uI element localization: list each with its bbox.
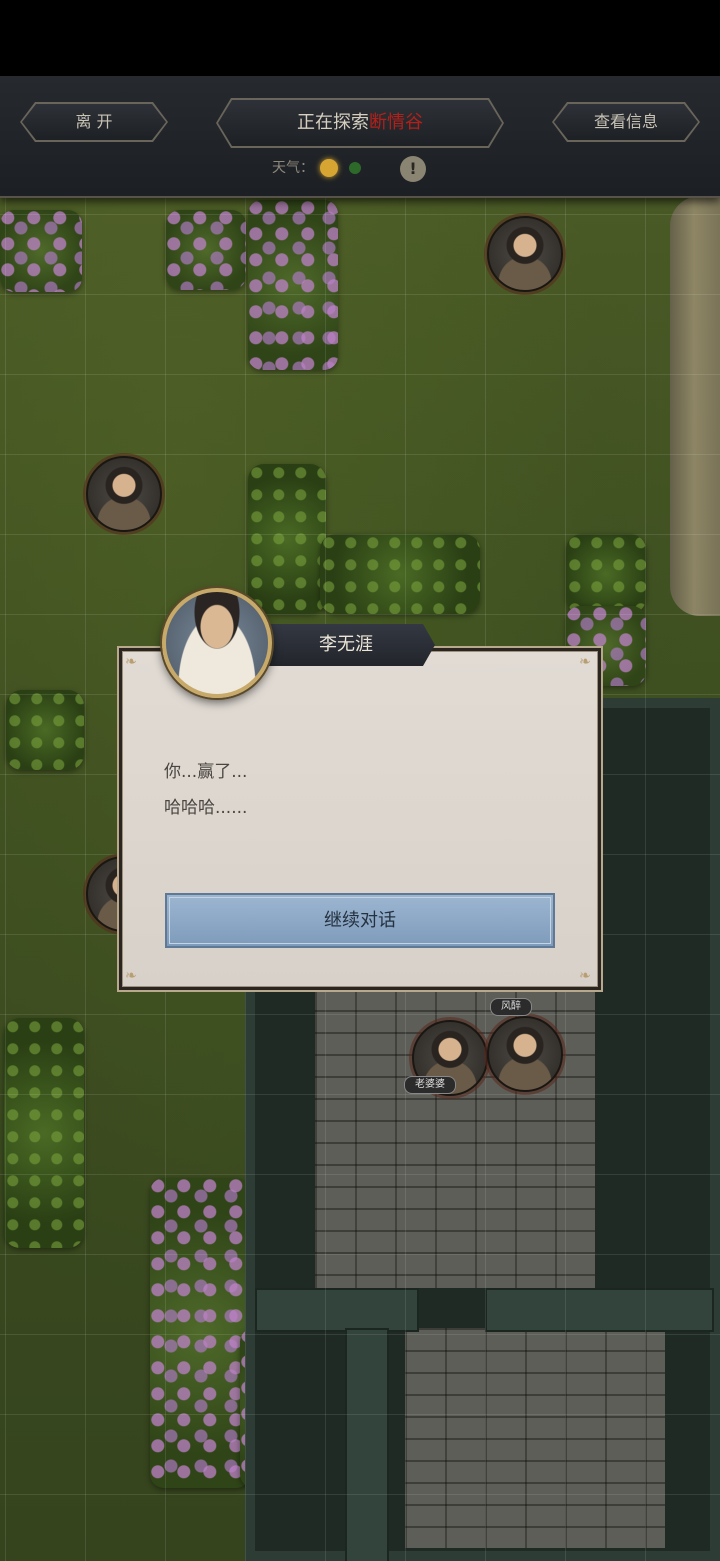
status-bar <box>0 0 720 76</box>
dialog-line: 哈哈哈...... <box>164 798 248 818</box>
npc-token-fengzui[interactable] <box>487 1016 563 1092</box>
corner-ornament-icon: ❧ <box>579 654 591 670</box>
explore-status: 正在探索断情谷 <box>216 99 504 147</box>
top-bar: 离 开 正在探索断情谷 查看信息 天气： ! <box>0 76 720 198</box>
npc-token-left[interactable] <box>86 456 162 532</box>
explore-location: 断情谷 <box>369 112 423 133</box>
alert-icon[interactable]: ! <box>400 156 426 182</box>
view-info-button[interactable]: 查看信息 <box>554 104 698 140</box>
corner-ornament-icon: ❧ <box>125 968 137 984</box>
sun-icon <box>320 159 338 177</box>
weather-dot-icon <box>349 162 361 174</box>
corner-ornament-icon: ❧ <box>125 654 137 670</box>
weather-label: 天气： <box>272 160 314 176</box>
speaker-name: 李无涯 <box>255 624 435 666</box>
leave-button[interactable]: 离 开 <box>22 104 166 140</box>
npc-label-laopopo: 老婆婆 <box>404 1076 456 1094</box>
continue-dialog-button[interactable]: 继续对话 <box>165 893 555 948</box>
npc-label-fengzui: 风醉 <box>490 998 532 1016</box>
npc-token-top[interactable] <box>487 216 563 292</box>
corner-ornament-icon: ❧ <box>579 968 591 984</box>
explore-prefix: 正在探索 <box>297 112 369 133</box>
explore-title: 正在探索断情谷 <box>216 99 504 147</box>
dialog-line: 你...赢了... <box>164 762 248 782</box>
speaker-portrait <box>162 588 272 698</box>
